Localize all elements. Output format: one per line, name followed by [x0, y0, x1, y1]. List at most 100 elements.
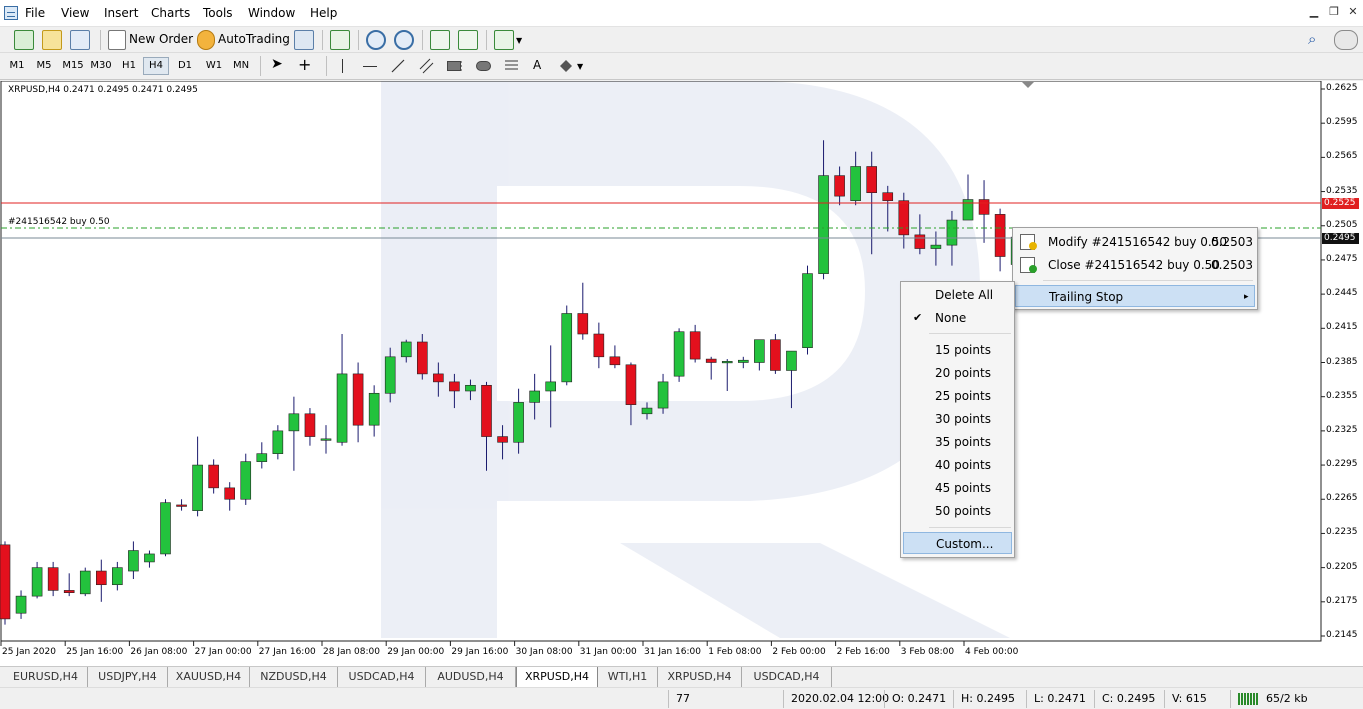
chat-icon[interactable] [1334, 30, 1358, 50]
tab-wti-h1[interactable]: WTI,H1 [598, 667, 658, 687]
rectangle-icon[interactable] [447, 61, 461, 71]
vertical-line-icon[interactable] [342, 59, 343, 73]
app-icon[interactable] [4, 6, 18, 20]
search-icon[interactable]: ⌕ [1308, 30, 1316, 48]
meta-editor-icon[interactable] [294, 30, 314, 50]
ask-price-tag: 0.2525 [1322, 198, 1359, 209]
candle-body [546, 382, 556, 391]
close-order-item[interactable]: Close #241516542 buy 0.50 0.2503 [1015, 254, 1255, 276]
none-item[interactable]: ✔ None [903, 307, 1012, 329]
candle-body [915, 235, 925, 249]
tab-usdjpy-h4[interactable]: USDJPY,H4 [88, 667, 168, 687]
candle-body [819, 176, 829, 274]
points-25-item[interactable]: 25 points [903, 385, 1012, 407]
bar-chart-icon[interactable] [330, 30, 350, 50]
chevron-down-icon[interactable]: ▼ [516, 36, 522, 45]
crosshair-icon[interactable]: + [298, 55, 311, 74]
timeframe-h1[interactable]: H1 [116, 59, 142, 77]
candle-body [257, 454, 267, 462]
time-axis-label: 2 Feb 00:00 [772, 647, 825, 657]
timeframe-d1[interactable]: D1 [172, 59, 198, 77]
points-20-item[interactable]: 20 points [903, 362, 1012, 384]
trailing-stop-item[interactable]: Trailing Stop ▸ [1015, 285, 1255, 307]
cursor-icon[interactable]: ➤ [271, 56, 283, 72]
status-datetime: 2020.02.04 12:00 [791, 692, 889, 705]
new-order-icon[interactable] [108, 30, 126, 50]
points-45-item[interactable]: 45 points [903, 477, 1012, 499]
ellipse-icon[interactable] [476, 61, 491, 71]
points-40-item[interactable]: 40 points [903, 454, 1012, 476]
horizontal-line-icon[interactable] [363, 66, 377, 67]
menu-window[interactable]: Window [248, 6, 295, 20]
timeframe-mn[interactable]: MN [228, 59, 254, 77]
tab-xrpusd-h4-active[interactable]: XRPUSD,H4 [516, 667, 598, 688]
zoom-out-icon[interactable] [394, 30, 414, 50]
new-chart-icon[interactable] [14, 30, 34, 50]
tab-usdcad-h4-2[interactable]: USDCAD,H4 [742, 667, 832, 687]
trendline-icon[interactable] [390, 58, 406, 74]
timeframe-h4[interactable]: H4 [143, 57, 169, 75]
candle-body [851, 166, 861, 200]
price-axis-label: 0.2145 [1326, 630, 1358, 640]
candle-body [273, 431, 283, 454]
timeframe-m1[interactable]: M1 [4, 59, 30, 77]
close-icon[interactable]: ✕ [1346, 5, 1360, 19]
restore-icon[interactable]: ❐ [1327, 5, 1341, 19]
time-axis-label: 31 Jan 16:00 [644, 647, 701, 657]
new-order-button[interactable]: New Order [129, 32, 193, 46]
menu-file[interactable]: File [25, 6, 45, 20]
points-15-item[interactable]: 15 points [903, 339, 1012, 361]
time-axis-label: 30 Jan 08:00 [516, 647, 573, 657]
equidistant-channel-icon[interactable] [418, 57, 436, 75]
chart-shift-marker-icon[interactable] [1022, 82, 1034, 88]
timeframe-m5[interactable]: M5 [31, 59, 57, 77]
drawing-tools-chevron-icon[interactable]: ▼ [577, 62, 583, 71]
delete-all-item[interactable]: Delete All [903, 284, 1012, 306]
trailing-stop-submenu: Delete All ✔ None 15 points 20 points 25… [900, 281, 1015, 558]
timeframe-m15[interactable]: M15 [60, 59, 86, 77]
timeframe-w1[interactable]: W1 [201, 59, 227, 77]
modify-order-item[interactable]: Modify #241516542 buy 0.50 0.2503 [1015, 231, 1255, 253]
points-50-item[interactable]: 50 points [903, 500, 1012, 522]
tab-usdcad-h4[interactable]: USDCAD,H4 [338, 667, 426, 687]
points-35-item[interactable]: 35 points [903, 431, 1012, 453]
text-label-icon[interactable]: A [533, 58, 541, 72]
menu-charts[interactable]: Charts [151, 6, 190, 20]
fibo-fan-icon[interactable] [503, 57, 521, 75]
menu-insert[interactable]: Insert [104, 6, 138, 20]
tab-eurusd-h4[interactable]: EURUSD,H4 [4, 667, 88, 687]
chart-shift-icon[interactable] [430, 30, 450, 50]
profiles-icon[interactable] [42, 30, 62, 50]
timeframe-m30[interactable]: M30 [88, 59, 114, 77]
market-watch-icon[interactable] [70, 30, 90, 50]
autotrading-icon[interactable] [197, 30, 215, 50]
tab-xauusd-h4[interactable]: XAUUSD,H4 [168, 667, 250, 687]
minimize-icon[interactable]: ▁ [1307, 5, 1321, 19]
price-axis-label: 0.2565 [1326, 151, 1358, 161]
tab-nzdusd-h4[interactable]: NZDUSD,H4 [250, 667, 338, 687]
time-axis-label: 29 Jan 00:00 [387, 647, 444, 657]
price-chart[interactable]: XRPUSD,H4 0.2471 0.2495 0.2471 0.2495 #2… [0, 81, 1363, 666]
menu-help[interactable]: Help [310, 6, 337, 20]
candle-body [32, 568, 42, 596]
zoom-in-icon[interactable] [366, 30, 386, 50]
custom-item[interactable]: Custom... [903, 532, 1012, 554]
trade-label[interactable]: #241516542 buy 0.50 [8, 217, 110, 227]
arrows-icon[interactable] [558, 58, 574, 74]
auto-scroll-icon[interactable] [458, 30, 478, 50]
candle-body [369, 393, 379, 425]
points-30-item[interactable]: 30 points [903, 408, 1012, 430]
price-axis-label: 0.2385 [1326, 357, 1358, 367]
candle-body [177, 505, 187, 507]
tab-audusd-h4[interactable]: AUDUSD,H4 [426, 667, 516, 687]
indicators-icon[interactable] [494, 30, 514, 50]
candle-body [385, 357, 395, 393]
candle-body [337, 374, 347, 442]
candle-body [465, 385, 475, 391]
menu-view[interactable]: View [61, 6, 89, 20]
menu-tools[interactable]: Tools [203, 6, 233, 20]
autotrading-button[interactable]: AutoTrading [218, 32, 290, 46]
tab-xrpusd-h4[interactable]: XRPUSD,H4 [658, 667, 742, 687]
candle-body [96, 571, 106, 585]
candle-body [578, 313, 588, 334]
